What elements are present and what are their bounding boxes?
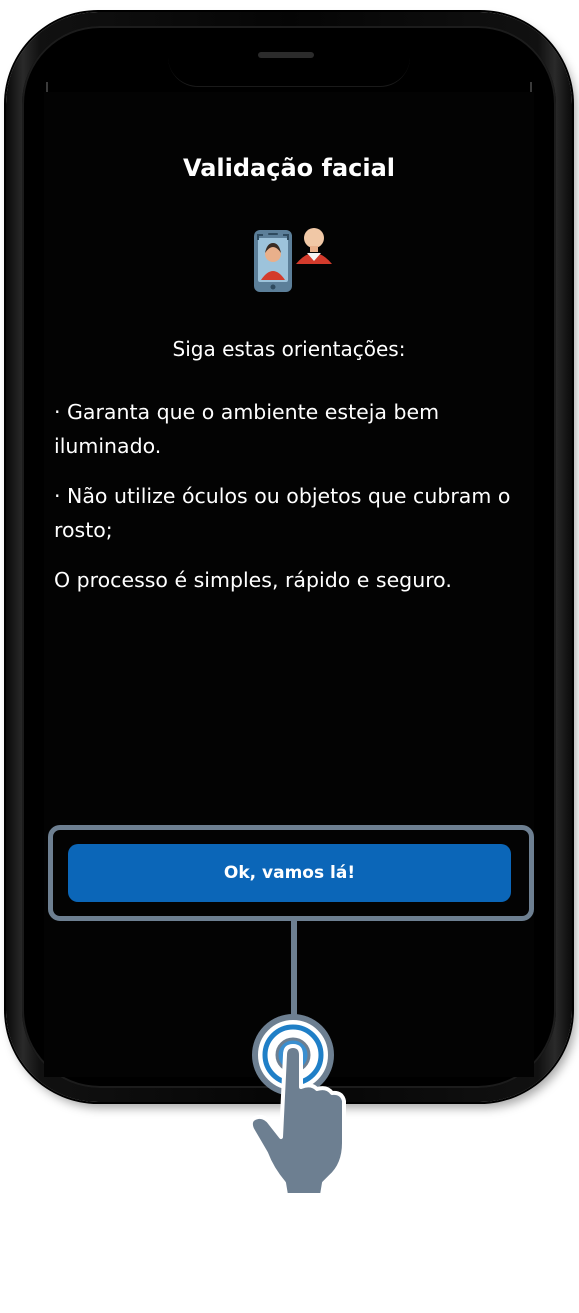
phone-screen: Validação facial Siga estas orientações:… bbox=[44, 92, 534, 1077]
page-title: Validação facial bbox=[182, 154, 396, 182]
process-note: O processo é simples, rápido e seguro. bbox=[54, 568, 452, 592]
instruction-lighting: · Garanta que o ambiente esteja bem ilum… bbox=[54, 400, 440, 458]
instructions-heading: Siga estas orientações: bbox=[172, 337, 406, 361]
tap-hand-icon bbox=[248, 1014, 346, 1197]
tutorial-stage: Validação facial Siga estas orientações:… bbox=[0, 0, 579, 1313]
instruction-no-glasses: · Não utilize óculos ou objetos que cubr… bbox=[54, 484, 511, 542]
phone-speaker bbox=[258, 52, 314, 58]
ok-button[interactable]: Ok, vamos lá! bbox=[68, 844, 511, 902]
pointer-connector bbox=[291, 921, 297, 1018]
face-validation-icon bbox=[254, 228, 332, 292]
